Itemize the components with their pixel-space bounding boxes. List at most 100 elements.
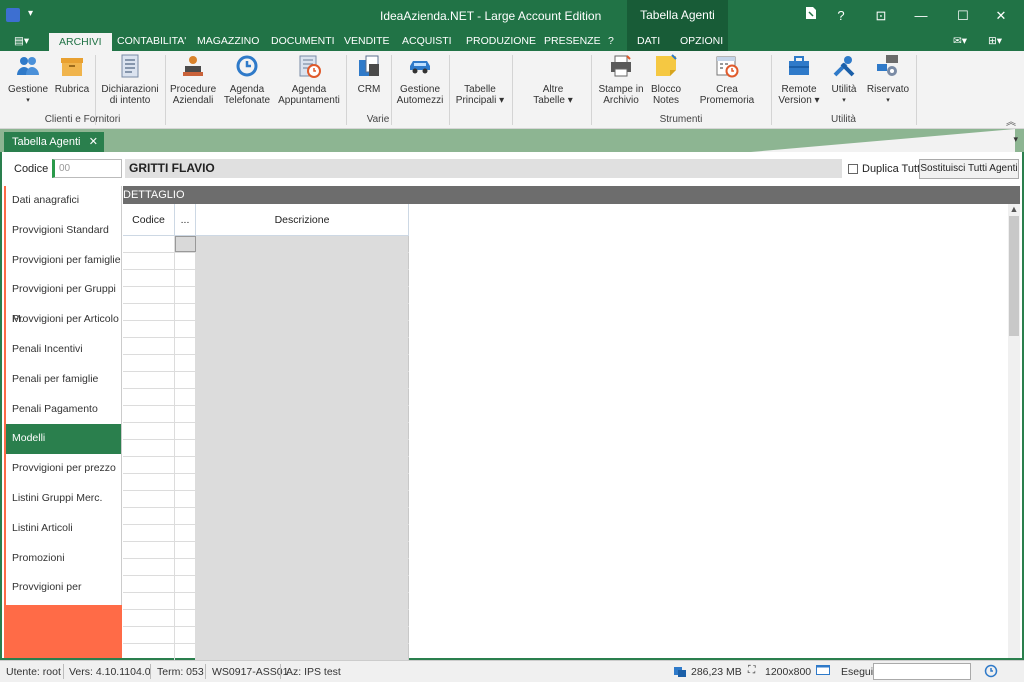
- tab-dati[interactable]: DATI: [637, 31, 660, 51]
- crm-button[interactable]: CRM: [352, 54, 386, 95]
- table-cell[interactable]: [123, 644, 175, 660]
- table-row[interactable]: [123, 338, 409, 355]
- tab-documenti[interactable]: DOCUMENTI: [271, 31, 335, 51]
- nav-item-provvigioni-prezzo[interactable]: Provvigioni per prezzo: [4, 454, 121, 484]
- procedure-aziendali-button[interactable]: Procedure Aziendali: [170, 54, 216, 106]
- table-row[interactable]: [123, 389, 409, 406]
- nav-item-provvigioni-gruppi[interactable]: Provvigioni per Gruppi M.: [4, 275, 121, 325]
- screen-icon[interactable]: [816, 665, 830, 680]
- table-cell[interactable]: [123, 372, 175, 388]
- table-cell[interactable]: [175, 559, 196, 575]
- table-cell[interactable]: [175, 287, 196, 303]
- column-header-descrizione[interactable]: Descrizione: [196, 204, 409, 235]
- table-cell[interactable]: [123, 457, 175, 473]
- nav-item-provvigioni-imponibile[interactable]: Provvigioni per Imponibile: [4, 573, 121, 623]
- nav-item-provvigioni-articolo[interactable]: Provvigioni per Articolo: [4, 305, 121, 335]
- table-cell[interactable]: [196, 406, 409, 422]
- code-input[interactable]: 00: [52, 159, 122, 178]
- nav-item-penali-famiglie[interactable]: Penali per famiglie: [4, 365, 121, 395]
- table-cell[interactable]: [196, 270, 409, 286]
- agenda-appuntamenti-button[interactable]: Agenda Appuntamenti: [278, 54, 340, 106]
- nav-item-listini-articoli[interactable]: Listini Articoli: [4, 514, 121, 544]
- altre-tabelle-button[interactable]: Altre Tabelle ▾: [526, 84, 580, 106]
- table-cell[interactable]: [196, 610, 409, 626]
- table-cell[interactable]: [196, 525, 409, 541]
- tab-produzione[interactable]: PRODUZIONE: [466, 31, 536, 51]
- table-row[interactable]: [123, 321, 409, 338]
- table-cell[interactable]: [123, 576, 175, 592]
- table-cell[interactable]: [123, 627, 175, 643]
- table-cell[interactable]: [123, 508, 175, 524]
- timer-icon[interactable]: [984, 664, 998, 681]
- table-row[interactable]: [123, 440, 409, 457]
- table-cell[interactable]: [175, 525, 196, 541]
- app-logo-icon[interactable]: [6, 8, 20, 22]
- table-cell[interactable]: [196, 321, 409, 337]
- table-row[interactable]: [123, 236, 409, 253]
- table-cell[interactable]: [123, 338, 175, 354]
- file-menu-icon[interactable]: ▤▾: [14, 31, 29, 51]
- table-cell[interactable]: [123, 321, 175, 337]
- table-cell[interactable]: [123, 287, 175, 303]
- table-cell[interactable]: [175, 457, 196, 473]
- table-cell[interactable]: [175, 474, 196, 490]
- table-cell[interactable]: [196, 627, 409, 643]
- table-cell[interactable]: [175, 627, 196, 643]
- table-cell[interactable]: [175, 644, 196, 660]
- table-cell[interactable]: [123, 423, 175, 439]
- table-row[interactable]: [123, 610, 409, 627]
- table-cell[interactable]: [175, 593, 196, 609]
- table-row[interactable]: [123, 287, 409, 304]
- table-cell[interactable]: [123, 593, 175, 609]
- stampe-archivio-button[interactable]: Stampe in Archivio: [597, 54, 645, 106]
- table-cell[interactable]: [196, 372, 409, 388]
- nav-item-penali-incentivi[interactable]: Penali Incentivi: [4, 335, 121, 365]
- rubrica-button[interactable]: Rubrica: [54, 54, 90, 95]
- table-row[interactable]: [123, 372, 409, 389]
- table-row[interactable]: [123, 627, 409, 644]
- table-row[interactable]: [123, 576, 409, 593]
- table-cell[interactable]: [196, 440, 409, 456]
- quick-access-dropdown-icon[interactable]: ▾: [28, 8, 33, 19]
- table-cell[interactable]: [196, 491, 409, 507]
- table-cell[interactable]: [175, 542, 196, 558]
- table-cell[interactable]: [196, 593, 409, 609]
- table-cell[interactable]: [175, 355, 196, 371]
- table-cell[interactable]: [175, 253, 196, 269]
- tab-contabilita[interactable]: CONTABILITA': [117, 31, 186, 51]
- tab-menu-dropdown-icon[interactable]: ▾: [1013, 134, 1018, 145]
- nav-item-provvigioni-standard[interactable]: Provvigioni Standard: [4, 216, 121, 246]
- nav-item-dati-anagrafici[interactable]: Dati anagrafici: [4, 186, 121, 216]
- table-cell[interactable]: [196, 474, 409, 490]
- table-row[interactable]: [123, 644, 409, 661]
- table-cell[interactable]: [123, 525, 175, 541]
- table-row[interactable]: [123, 406, 409, 423]
- dichiarazioni-intento-button[interactable]: Dichiarazioni di intento: [100, 54, 160, 106]
- close-button[interactable]: ✕: [978, 0, 1024, 31]
- nav-item-promozioni[interactable]: Promozioni: [4, 544, 121, 574]
- table-cell[interactable]: [175, 406, 196, 422]
- table-cell[interactable]: [123, 559, 175, 575]
- table-cell[interactable]: [175, 270, 196, 286]
- table-cell[interactable]: [196, 287, 409, 303]
- table-cell[interactable]: [175, 440, 196, 456]
- table-cell[interactable]: [123, 542, 175, 558]
- table-row[interactable]: [123, 423, 409, 440]
- table-row[interactable]: [123, 457, 409, 474]
- vertical-scrollbar[interactable]: ▲: [1008, 204, 1020, 658]
- tab-help[interactable]: ?: [608, 31, 614, 51]
- table-cell[interactable]: [196, 559, 409, 575]
- table-cell[interactable]: [196, 644, 409, 660]
- table-cell[interactable]: [196, 457, 409, 473]
- tab-vendite[interactable]: VENDITE: [344, 31, 390, 51]
- mail-dropdown-icon[interactable]: ✉▾: [953, 31, 967, 51]
- table-cell[interactable]: [123, 491, 175, 507]
- tab-magazzino[interactable]: MAGAZZINO: [197, 31, 259, 51]
- table-cell[interactable]: [196, 389, 409, 405]
- tabelle-principali-button[interactable]: Tabelle Principali ▾: [454, 84, 506, 106]
- column-header-codice[interactable]: Codice: [123, 204, 175, 235]
- table-row[interactable]: [123, 355, 409, 372]
- scroll-thumb[interactable]: [1009, 216, 1019, 336]
- tab-acquisti[interactable]: ACQUISTI: [402, 31, 452, 51]
- table-cell[interactable]: [196, 355, 409, 371]
